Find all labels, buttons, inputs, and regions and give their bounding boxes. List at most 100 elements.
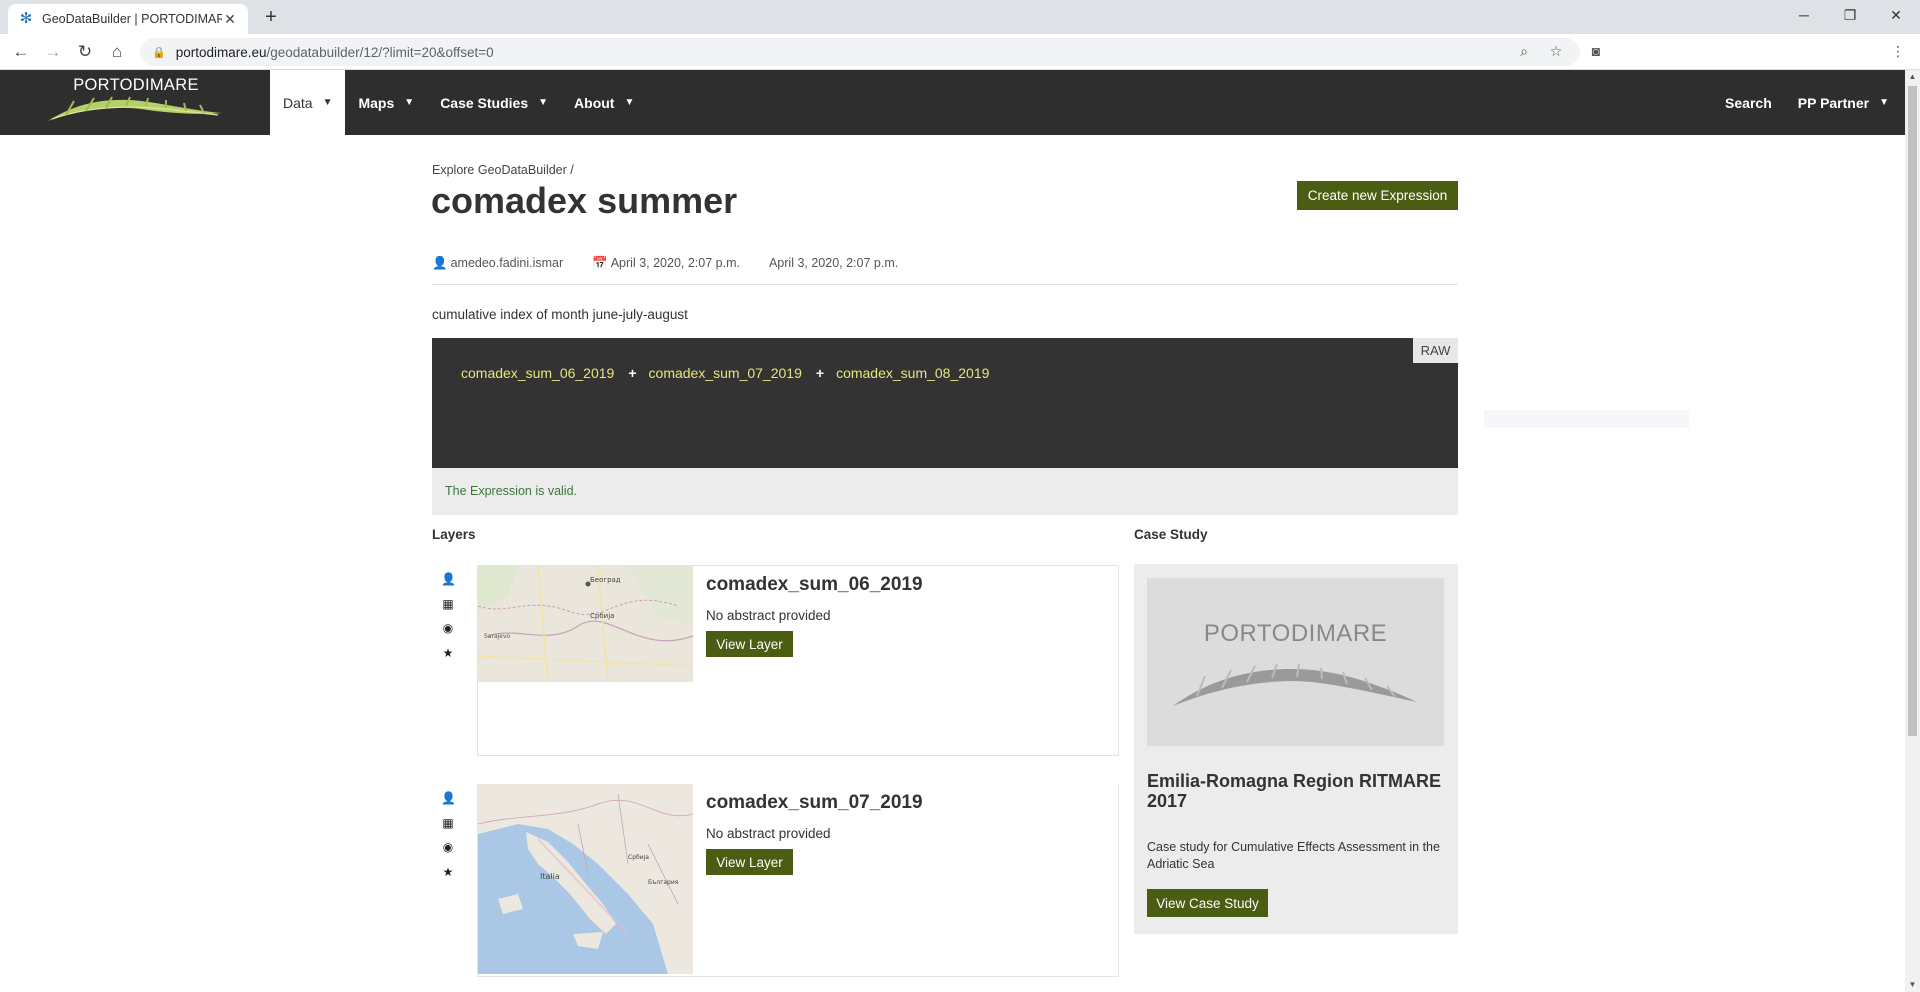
- chevron-down-icon: ▼: [538, 97, 549, 108]
- camera-icon[interactable]: ◙: [1586, 43, 1606, 59]
- view-layer-button[interactable]: View Layer: [706, 849, 793, 875]
- map-thumbnail-image: Italia Србија България: [478, 784, 693, 974]
- bookmark-star-icon[interactable]: ☆: [1546, 43, 1566, 60]
- window-close-icon[interactable]: ✕: [1876, 4, 1916, 26]
- browser-toolbar: ← → ↻ ⌂ 🔒 portodimare.eu/geodatabuilder/…: [0, 34, 1920, 70]
- star-icon[interactable]: ★: [441, 865, 455, 890]
- chevron-down-icon: ▼: [624, 97, 635, 108]
- calendar-icon: 📅: [592, 256, 608, 270]
- zoom-icon[interactable]: ⌕: [1514, 43, 1534, 60]
- map-label: Sarajevo: [484, 633, 511, 640]
- browser-tabstrip: ✻ GeoDataBuilder | PORTODIMARE ✕ + ─ ❐ ✕: [0, 0, 1920, 34]
- modified-date: April 3, 2020, 2:07 p.m.: [768, 256, 899, 270]
- logo-wave-icon: [48, 96, 222, 121]
- layer-name[interactable]: comadex_sum_06_2019: [706, 574, 923, 596]
- calendar-icon[interactable]: ▦: [441, 816, 455, 841]
- layer-map-thumbnail[interactable]: Београд Србија Sarajevo: [478, 566, 693, 682]
- expression-term[interactable]: comadex_sum_06_2019: [461, 365, 614, 381]
- expression-box: RAW comadex_sum_06_2019 + comadex_sum_07…: [432, 338, 1458, 468]
- divider: [432, 284, 1458, 285]
- reload-icon[interactable]: ↻: [73, 41, 97, 63]
- scroll-down-icon[interactable]: ▼: [1905, 978, 1920, 992]
- chevron-down-icon: ▼: [1879, 97, 1889, 108]
- nav-data[interactable]: Data ▼: [270, 70, 346, 135]
- back-icon[interactable]: ←: [9, 41, 33, 63]
- favicon-icon: ✻: [19, 10, 33, 27]
- layers-heading: Layers: [432, 527, 476, 542]
- tab-title: GeoDataBuilder | PORTODIMARE: [42, 12, 222, 26]
- browser-tab[interactable]: ✻ GeoDataBuilder | PORTODIMARE ✕: [8, 4, 248, 34]
- page-scrollbar[interactable]: ▲ ▼: [1905, 70, 1920, 992]
- map-label: Italia: [540, 872, 560, 881]
- owner-icon[interactable]: 👤: [441, 791, 456, 816]
- expression-operator: +: [628, 365, 637, 381]
- nav-data-label: Data: [283, 94, 313, 111]
- layer-name[interactable]: comadex_sum_07_2019: [706, 792, 923, 814]
- lock-icon: 🔒: [152, 46, 166, 59]
- nav-about-label: About: [574, 94, 615, 111]
- expression-description: cumulative index of month june-july-augu…: [432, 307, 688, 322]
- scroll-up-icon[interactable]: ▲: [1905, 70, 1920, 84]
- logo-text: PORTODIMARE: [73, 76, 199, 94]
- calendar-icon[interactable]: ▦: [441, 597, 455, 622]
- case-study-heading: Case Study: [1134, 527, 1208, 542]
- create-expression-button[interactable]: Create new Expression: [1297, 181, 1458, 210]
- star-icon[interactable]: ★: [441, 646, 455, 671]
- layer-card: Italia Србија България comadex_sum_07_20…: [477, 784, 1119, 977]
- case-study-image[interactable]: PORTODIMARE: [1147, 578, 1444, 746]
- owner-icon[interactable]: 👤: [441, 572, 456, 597]
- validation-message: The Expression is valid.: [432, 468, 1458, 515]
- nav-user-label: PP Partner: [1797, 94, 1870, 111]
- user-icon: 👤: [432, 256, 448, 270]
- chevron-down-icon: ▼: [322, 97, 333, 108]
- map-label: България: [648, 879, 679, 886]
- expression-term[interactable]: comadex_sum_07_2019: [649, 365, 802, 381]
- url-host: portodimare.eu: [175, 44, 267, 60]
- header-right: Search PP Partner ▼: [1712, 70, 1905, 135]
- scroll-thumb[interactable]: [1908, 86, 1917, 736]
- layer-actions: 👤 ▦ ◉ ★: [441, 791, 456, 890]
- layer-map-thumbnail[interactable]: Italia Србија България: [478, 784, 693, 974]
- eye-icon[interactable]: ◉: [441, 840, 455, 865]
- breadcrumb[interactable]: Explore GeoDataBuilder /: [432, 163, 574, 177]
- forward-icon[interactable]: →: [41, 41, 65, 63]
- nav-maps[interactable]: Maps ▼: [345, 70, 427, 135]
- map-label: Србија: [628, 854, 649, 861]
- site-header: PORTODIMARE Data ▼ Maps ▼ Case Studies ▼…: [0, 70, 1905, 135]
- view-layer-button[interactable]: View Layer: [706, 631, 793, 657]
- home-icon[interactable]: ⌂: [105, 41, 129, 63]
- browser-menu-icon[interactable]: ⋮: [1888, 43, 1908, 60]
- address-bar[interactable]: 🔒 portodimare.eu/geodatabuilder/12/?limi…: [140, 38, 1580, 66]
- restore-icon[interactable]: ❐: [1830, 4, 1870, 26]
- metadata-row: 👤 amedeo.fadini.ismar 📅 April 3, 2020, 2…: [432, 256, 901, 271]
- nav-maps-label: Maps: [358, 94, 395, 111]
- nav-about[interactable]: About ▼: [561, 70, 647, 135]
- expression-line: comadex_sum_06_2019 + comadex_sum_07_201…: [461, 365, 989, 381]
- layer-card: Београд Србија Sarajevo comadex_sum_06_2…: [477, 565, 1119, 756]
- eye-icon[interactable]: ◉: [441, 621, 455, 646]
- map-thumbnail-image: Београд Србија Sarajevo: [478, 566, 693, 682]
- raw-button[interactable]: RAW: [1413, 338, 1458, 363]
- map-label: Србија: [590, 612, 614, 620]
- nav-case-studies-label: Case Studies: [440, 94, 529, 111]
- new-tab-icon[interactable]: +: [260, 6, 282, 29]
- case-study-card: PORTODIMARE Emilia-Romagna Region RITMAR…: [1134, 564, 1458, 934]
- tab-close-icon[interactable]: ✕: [222, 11, 238, 28]
- layer-abstract: No abstract provided: [706, 608, 831, 623]
- view-case-study-button[interactable]: View Case Study: [1147, 889, 1268, 917]
- site-logo[interactable]: PORTODIMARE: [46, 76, 226, 132]
- faded-overlay: [1484, 410, 1689, 428]
- nav-user[interactable]: PP Partner ▼: [1785, 70, 1905, 135]
- case-logo-wave-icon: [1173, 663, 1417, 706]
- expression-operator: +: [815, 365, 825, 381]
- chevron-down-icon: ▼: [404, 97, 415, 108]
- expression-term[interactable]: comadex_sum_08_2019: [836, 365, 989, 381]
- main-nav: Data ▼ Maps ▼ Case Studies ▼ About ▼: [270, 70, 647, 135]
- page-title: comadex summer: [431, 180, 738, 221]
- layer-abstract: No abstract provided: [706, 826, 831, 841]
- nav-case-studies[interactable]: Case Studies ▼: [427, 70, 561, 135]
- nav-search[interactable]: Search: [1712, 70, 1785, 135]
- minimize-icon[interactable]: ─: [1784, 4, 1824, 26]
- author[interactable]: amedeo.fadini.ismar: [451, 256, 564, 271]
- case-study-title[interactable]: Emilia-Romagna Region RITMARE 2017: [1147, 771, 1447, 811]
